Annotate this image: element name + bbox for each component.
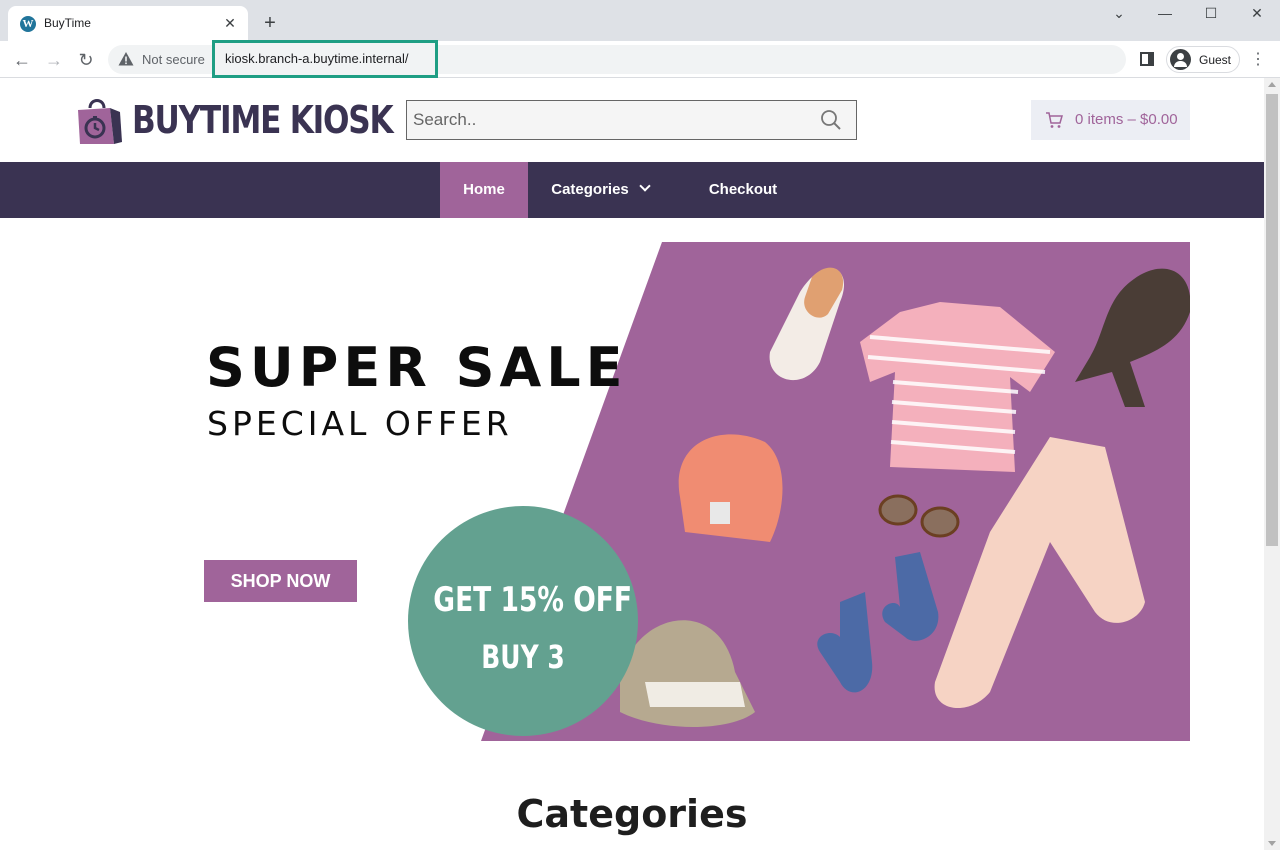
cart-summary: 0 items – $0.00 bbox=[1075, 111, 1178, 128]
web-page: BUYTIME KIOSK 0 items – $0.00 Home Categ… bbox=[0, 78, 1264, 850]
shop-now-button[interactable]: SHOP NOW bbox=[204, 560, 357, 602]
profile-button[interactable]: Guest bbox=[1166, 46, 1240, 73]
close-tab-icon[interactable]: ✕ bbox=[220, 13, 240, 33]
search-icon[interactable] bbox=[820, 109, 842, 131]
address-bar[interactable]: Not secure kiosk.branch-a.buytime.intern… bbox=[108, 40, 1126, 78]
promo-discount: GET 15% OFF bbox=[433, 580, 632, 620]
new-tab-button[interactable]: + bbox=[258, 12, 282, 36]
page-scrollbar[interactable] bbox=[1264, 78, 1280, 850]
warning-icon bbox=[118, 52, 134, 66]
profile-label: Guest bbox=[1199, 53, 1232, 67]
avatar bbox=[1170, 49, 1191, 70]
hero-illustration bbox=[481, 242, 1190, 741]
tab-title: BuyTime bbox=[44, 16, 91, 30]
browser-tab-bar: W BuyTime ✕ + ⌄ — ☐ ✕ bbox=[0, 0, 1280, 41]
nav-checkout[interactable]: Checkout bbox=[690, 162, 796, 218]
forward-arrow-icon[interactable]: → bbox=[42, 48, 66, 72]
nav-categories-label: Categories bbox=[551, 181, 629, 198]
cart-icon bbox=[1046, 112, 1063, 128]
cart-button[interactable]: 0 items – $0.00 bbox=[1031, 100, 1190, 140]
maximize-button[interactable]: ☐ bbox=[1188, 0, 1234, 28]
shopping-bag-logo-icon bbox=[78, 99, 122, 144]
scroll-thumb[interactable] bbox=[1266, 94, 1278, 546]
more-menu-icon[interactable]: ⋮ bbox=[1248, 49, 1268, 71]
nav-categories[interactable]: Categories bbox=[528, 162, 672, 218]
nav-home[interactable]: Home bbox=[440, 162, 528, 218]
scroll-down-arrow-icon[interactable] bbox=[1268, 841, 1276, 846]
search-box bbox=[406, 100, 857, 140]
hero-subtitle: SPECIAL OFFER bbox=[207, 404, 513, 443]
main-navigation: Home Categories Checkout bbox=[0, 162, 1264, 218]
url-text[interactable]: kiosk.branch-a.buytime.internal/ bbox=[225, 51, 409, 66]
chevron-down-icon bbox=[639, 180, 651, 192]
promo-badge: GET 15% OFF BUY 3 bbox=[408, 506, 638, 736]
search-input[interactable] bbox=[407, 101, 807, 139]
tab-search-icon[interactable]: ⌄ bbox=[1096, 0, 1142, 28]
scroll-up-arrow-icon[interactable] bbox=[1268, 82, 1276, 87]
reload-icon[interactable]: ↻ bbox=[74, 48, 98, 72]
minimize-button[interactable]: — bbox=[1142, 0, 1188, 28]
promo-condition: BUY 3 bbox=[481, 638, 565, 676]
hero-banner[interactable]: SUPER SALE SPECIAL OFFER SHOP NOW GET 15… bbox=[200, 242, 1190, 741]
side-panel-icon[interactable] bbox=[1140, 52, 1154, 66]
hero-title: SUPER SALE bbox=[206, 336, 628, 399]
wordpress-icon: W bbox=[20, 16, 36, 32]
url-highlight-box: kiosk.branch-a.buytime.internal/ bbox=[212, 40, 438, 78]
browser-tab[interactable]: W BuyTime ✕ bbox=[8, 6, 248, 41]
categories-heading: Categories bbox=[516, 792, 748, 836]
site-logo[interactable]: BUYTIME KIOSK bbox=[72, 92, 394, 148]
browser-toolbar: ← → ↻ Not secure kiosk.branch-a.buytime.… bbox=[0, 40, 1280, 78]
beanie-illustration bbox=[678, 434, 783, 542]
back-arrow-icon[interactable]: ← bbox=[10, 48, 34, 72]
security-label[interactable]: Not secure bbox=[142, 52, 205, 67]
logo-text: BUYTIME KIOSK bbox=[132, 98, 394, 142]
window-close-button[interactable]: ✕ bbox=[1234, 0, 1280, 28]
